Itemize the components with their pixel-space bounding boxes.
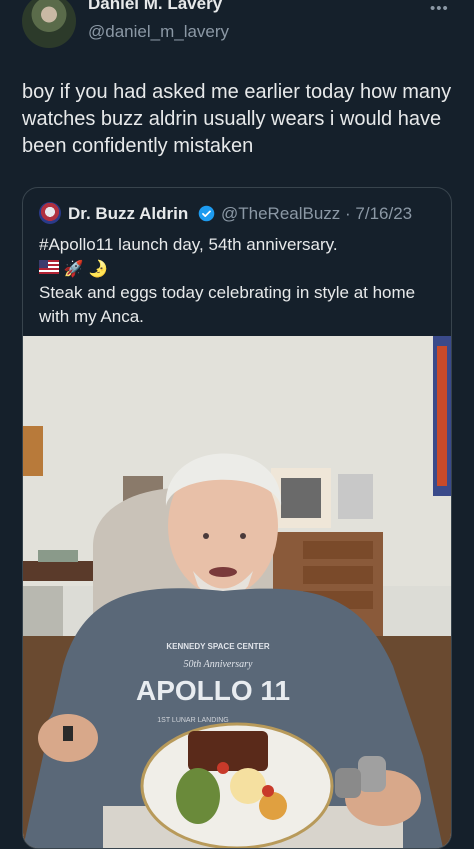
shirt-text-4: 1ST LUNAR LANDING <box>157 717 228 724</box>
author-handle[interactable]: @daniel_m_lavery <box>88 22 229 42</box>
quoted-photo[interactable]: KENNEDY SPACE CENTER 50th Anniversary AP… <box>23 336 451 848</box>
tweet-text: boy if you had asked me earlier today ho… <box>22 81 452 157</box>
more-options-icon[interactable]: ••• <box>430 0 449 17</box>
emoji-row: 🚀 🌛 <box>39 257 439 281</box>
shirt-text-1: KENNEDY SPACE CENTER <box>166 642 270 651</box>
shirt-text-3: APOLLO 11 <box>136 675 290 706</box>
us-flag-icon <box>39 260 59 274</box>
rocket-icon: 🚀 <box>63 261 84 278</box>
author-name[interactable]: Daniel M. Lavery <box>88 0 222 14</box>
quoted-tweet[interactable]: Dr. Buzz Aldrin @TheRealBuzz · 7/16/23 #… <box>22 187 452 849</box>
quoted-author-avatar <box>39 202 61 224</box>
quoted-text-line-1: #Apollo11 launch day, 54th anniversary. <box>39 235 338 254</box>
quoted-handle-date: @TheRealBuzz · 7/16/23 <box>221 204 413 223</box>
moon-icon: 🌛 <box>88 261 109 278</box>
author-avatar[interactable] <box>22 0 76 48</box>
quoted-text-line-2: Steak and eggs today celebrating in styl… <box>39 283 416 326</box>
verified-icon <box>198 205 215 222</box>
quoted-author-name: Dr. Buzz Aldrin <box>68 204 189 223</box>
shirt-text-2: 50th Anniversary <box>184 659 254 670</box>
quoted-text: #Apollo11 launch day, 54th anniversary. … <box>39 233 439 329</box>
